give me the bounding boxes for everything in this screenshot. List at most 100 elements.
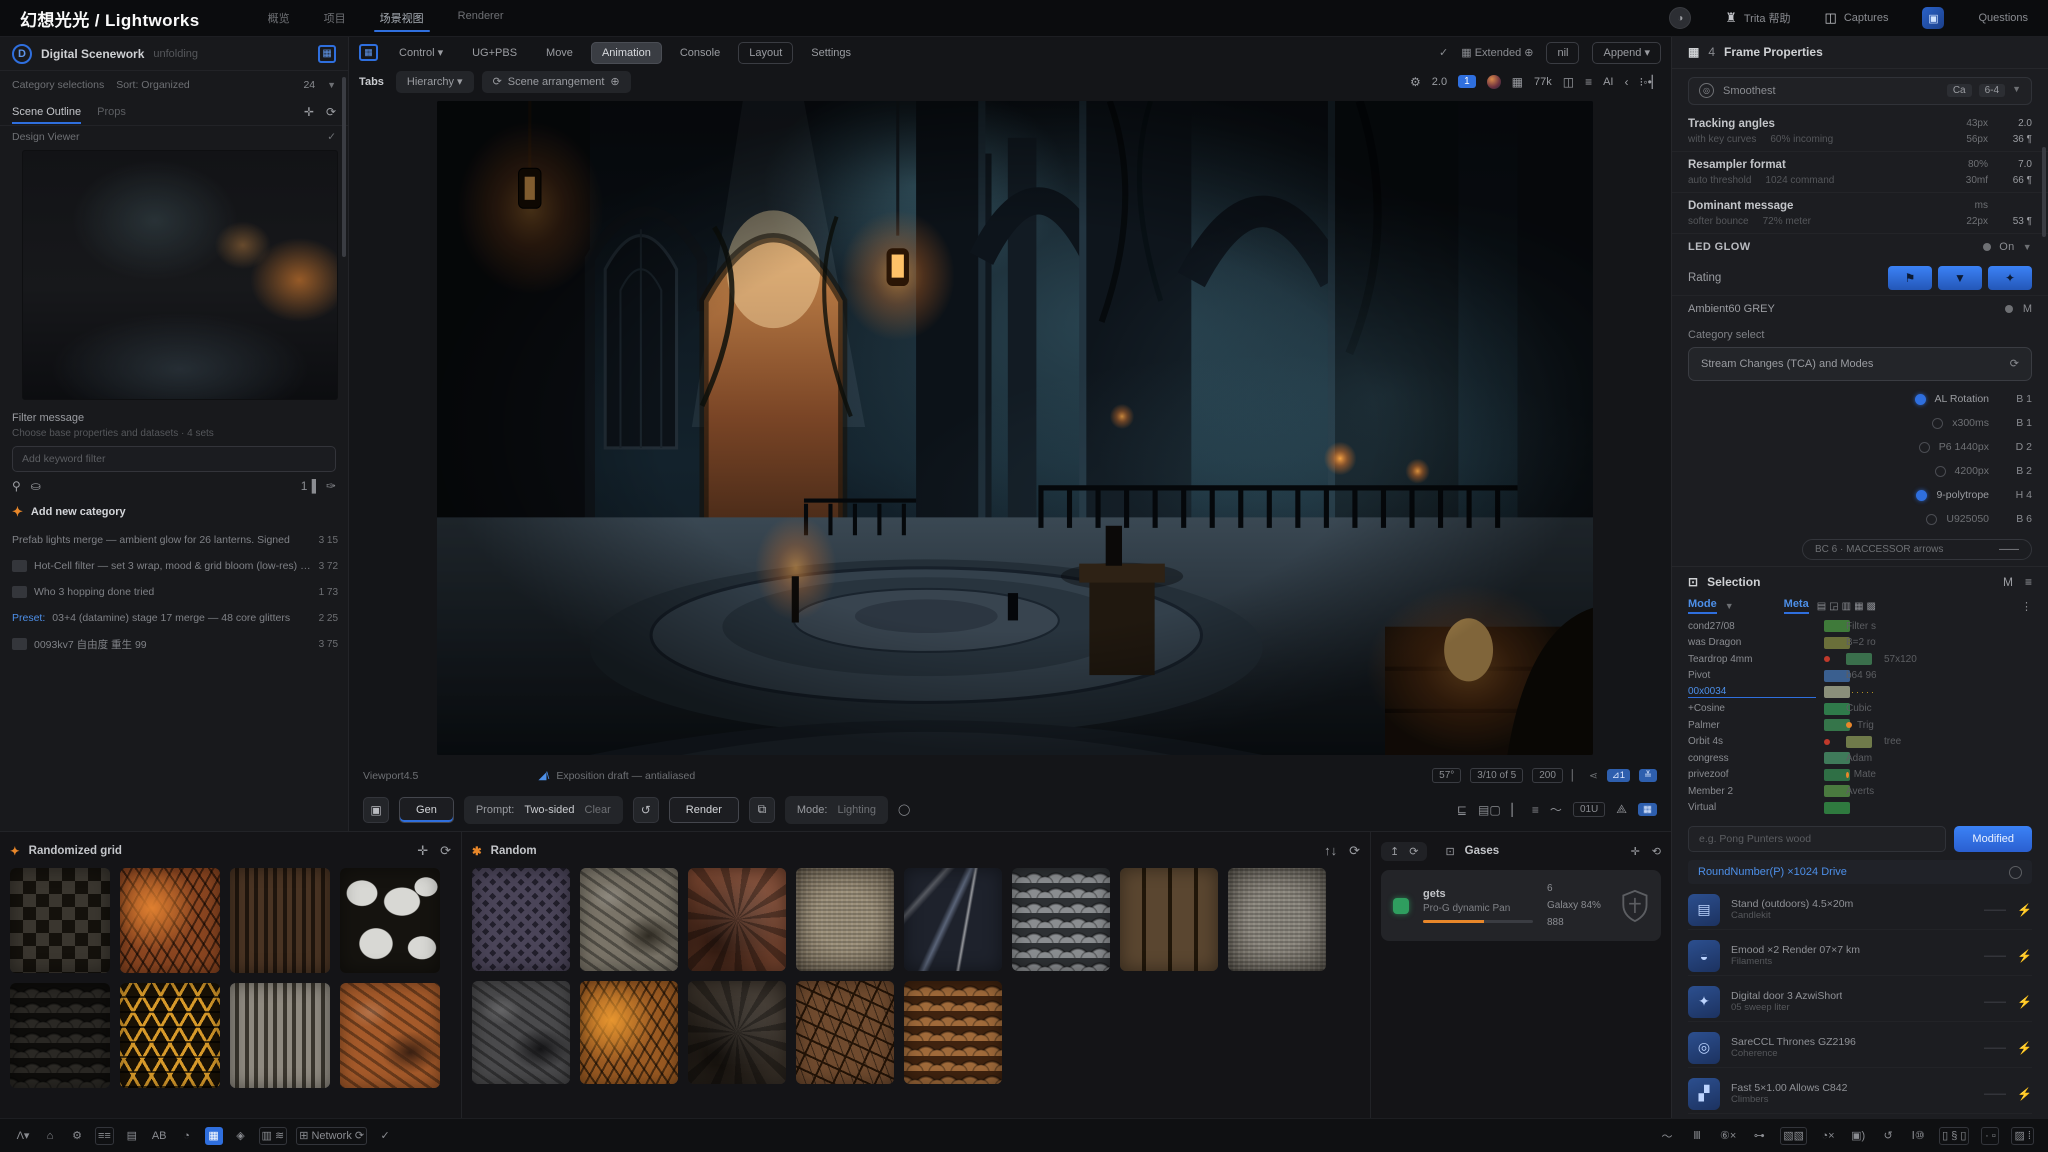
radio-icon[interactable]	[1919, 442, 1930, 453]
status-icon[interactable]: ◔	[178, 1127, 196, 1145]
chevron-down-icon[interactable]: ▼	[2023, 242, 2032, 252]
stat-chip[interactable]: 200	[1532, 768, 1563, 783]
texture-thumbnail[interactable]	[796, 868, 894, 971]
list-item[interactable]: Preset: 03+4 (datamine) stage 17 merge —…	[12, 605, 338, 631]
rating-button[interactable]: ✦	[1988, 266, 2032, 290]
handle-dots-icon[interactable]: ⁝◦•▏	[1640, 75, 1662, 89]
scene-preview-thumbnail[interactable]	[22, 150, 338, 400]
collapse-icon[interactable]: ⋖	[1589, 770, 1598, 782]
status-icon[interactable]: ⑥×	[1718, 1127, 1738, 1145]
asset-slider[interactable]: ——	[1984, 1042, 2006, 1054]
texture-thumbnail[interactable]	[1120, 868, 1218, 971]
active-mode-chip[interactable]: ▦	[1638, 803, 1657, 816]
mode-option[interactable]: 9-polytrope H 4	[1688, 485, 2032, 506]
asset-row[interactable]: ▤ Stand (outdoors) 4.5×20m Candlekit —— …	[1688, 890, 2032, 930]
asset-slider[interactable]: ——	[1984, 1088, 2006, 1100]
selection-row[interactable]: Pivot b64 96 ·············	[1688, 668, 2032, 685]
selection-row[interactable]: Member 2 Averts ·············	[1688, 783, 2032, 800]
refresh-icon[interactable]: ⟳	[326, 105, 336, 119]
refresh-icon[interactable]: ⟳	[440, 843, 451, 859]
asset-row[interactable]: ✦ Digital door 3 AzwiShort 05 sweep lite…	[1688, 982, 2032, 1022]
roundnumber-row[interactable]: RoundNumber(P) ×1024 Drive	[1688, 860, 2032, 884]
check-icon[interactable]: ✓	[327, 131, 336, 143]
status-icon[interactable]: ≡≡	[95, 1127, 114, 1145]
property-group[interactable]: Dominant message ms softer bounce 72% me…	[1672, 193, 2048, 234]
refresh-icon[interactable]: ⟳	[2010, 357, 2019, 370]
key-chip-64[interactable]: 6-4	[1979, 84, 2005, 97]
mode-option[interactable]: AL Rotation B 1	[1688, 389, 2032, 410]
texture-thumbnail[interactable]	[120, 983, 220, 1088]
list-item[interactable]: 0093kv7 自由度 重生 99 3 75	[12, 631, 338, 657]
texture-thumbnail[interactable]	[230, 983, 330, 1088]
asset-slider[interactable]: ——	[1984, 996, 2006, 1008]
grid-view-icon[interactable]: ▤▢	[1478, 803, 1501, 817]
render-button[interactable]: Render	[669, 797, 739, 823]
texture-thumbnail[interactable]	[904, 868, 1002, 971]
selection-row[interactable]: congress Adam ·············	[1688, 750, 2032, 767]
user-avatar[interactable]: ◑	[1669, 7, 1691, 29]
texture-thumbnail[interactable]	[580, 868, 678, 971]
menu-icon[interactable]: ≡	[1585, 75, 1592, 89]
image-icon[interactable]: ▦	[359, 44, 378, 61]
app-badge-icon[interactable]: ▣	[1922, 7, 1944, 29]
status-icon[interactable]: ▣)	[1849, 1127, 1867, 1145]
shelf-nav-icons[interactable]: ↥ ⟳	[1381, 842, 1427, 861]
selection-row[interactable]: 00x0034 ·············	[1688, 684, 2032, 701]
meta-column-header[interactable]: Meta	[1784, 598, 1809, 614]
sort-label[interactable]: Sort: Organized	[116, 79, 190, 91]
asset-slider[interactable]: ——	[1984, 950, 2006, 962]
status-icon[interactable]: ✓	[376, 1127, 394, 1145]
status-icon[interactable]: · ▫	[1981, 1127, 1999, 1145]
mode-option[interactable]: x300ms B 1	[1688, 413, 2032, 434]
refresh-icon[interactable]: ⟳	[1349, 843, 1360, 859]
prompt-clear[interactable]: Clear	[585, 804, 611, 816]
list-item[interactable]: Prefab lights merge — ambient glow for 2…	[12, 527, 338, 553]
texture-thumbnail[interactable]	[904, 981, 1002, 1084]
gear-icon[interactable]: ⚙	[1410, 75, 1421, 89]
texture-thumbnail[interactable]	[580, 981, 678, 1084]
status-icon[interactable]: ▧▧	[1780, 1127, 1807, 1145]
add-icon[interactable]: ✛	[1631, 845, 1640, 858]
selection-row[interactable]: was Dragon B=2 row ·············	[1688, 635, 2032, 652]
bolt-icon[interactable]: ⚡	[2017, 1087, 2032, 1101]
rating-button[interactable]: ⚑	[1888, 266, 1932, 290]
menu-item[interactable]: 项目	[322, 0, 348, 36]
property-group[interactable]: Tracking angles 43px 2.0 with key curves…	[1672, 111, 2048, 152]
list-item[interactable]: Hot-Cell filter — set 3 wrap, mood & gri…	[12, 553, 338, 579]
chevron-down-icon[interactable]: ▼	[327, 80, 336, 90]
texture-thumbnail[interactable]	[688, 868, 786, 971]
modified-button[interactable]: Modified	[1954, 826, 2032, 852]
item-link-prefix[interactable]: Preset:	[12, 612, 45, 624]
texture-thumbnail[interactable]	[340, 983, 440, 1088]
pin-icon[interactable]: ⚲	[12, 479, 21, 493]
asset-row[interactable]: ◒ Emood ×2 Render 07×7 km Filaments —— ⚡	[1688, 936, 2032, 976]
chevron-down-icon[interactable]: ▼	[2012, 84, 2021, 97]
check-icon[interactable]: ✓	[1439, 46, 1448, 59]
gen-button[interactable]: Gen	[399, 797, 454, 823]
grid-toggle-chip[interactable]: ≚	[1639, 769, 1657, 782]
snap-toggle-chip[interactable]: ⊿1	[1607, 769, 1630, 782]
bolt-icon[interactable]: ⚡	[2017, 995, 2032, 1009]
viewport-tab[interactable]: Console	[669, 42, 731, 64]
selected-layer-chip[interactable]: 1	[1458, 75, 1476, 88]
texture-thumbnail[interactable]	[340, 868, 440, 973]
smoothest-field[interactable]: ◎ Smoothest Ca 6-4 ▼	[1688, 77, 2032, 105]
status-icon[interactable]: ◔×	[1819, 1127, 1837, 1145]
texture-thumbnail[interactable]	[472, 981, 570, 1084]
undo-icon[interactable]: ↺	[633, 797, 659, 823]
material-sphere-icon[interactable]	[1487, 75, 1501, 89]
list-item[interactable]: Who 3 hopping done tried 1 73	[12, 579, 338, 605]
stream-modes-field[interactable]: Stream Changes (TCA) and Modes ⟳	[1688, 347, 2032, 381]
selection-row[interactable]: Teardrop 4mm 57x120 ·············	[1688, 651, 2032, 668]
tool-icon[interactable]: ▣	[363, 797, 389, 823]
status-icon[interactable]: ▨ ⁞	[2011, 1127, 2034, 1145]
texture-thumbnail[interactable]	[120, 868, 220, 973]
asset-slider[interactable]: ——	[1984, 904, 2006, 916]
gallery-icon[interactable]: ▦	[318, 45, 336, 63]
status-icon[interactable]: ⌂	[41, 1127, 59, 1145]
rating-button[interactable]: ▼	[1938, 266, 1982, 290]
radio-icon[interactable]	[1932, 418, 1943, 429]
ambient-m[interactable]: M	[2023, 303, 2032, 315]
asset-row[interactable]: ▞ Fast 5×1.00 Allows C842 Climbers —— ⚡	[1688, 1074, 2032, 1114]
zoom-value[interactable]: 2.0	[1432, 76, 1447, 88]
